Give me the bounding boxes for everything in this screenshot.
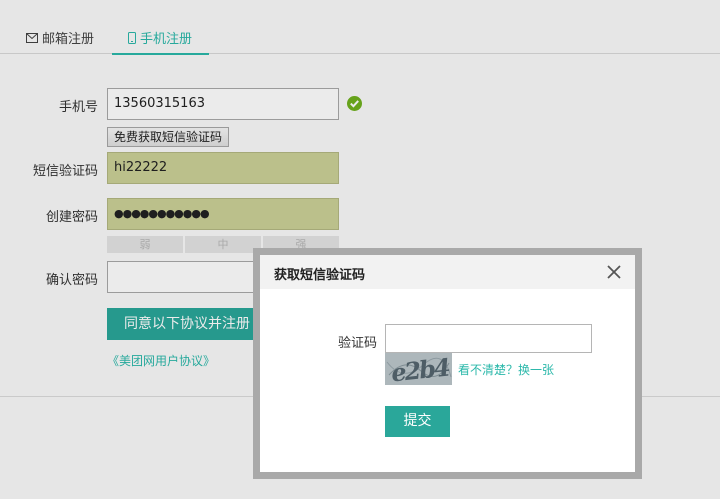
captcha-label: 验证码: [338, 336, 378, 351]
captcha-input[interactable]: [385, 324, 592, 353]
dialog-title: 获取短信验证码: [274, 268, 366, 283]
captcha-text: e2b4: [390, 353, 451, 385]
refresh-captcha-link[interactable]: 看不清楚？换一张: [458, 361, 554, 378]
sms-captcha-dialog: 获取短信验证码 验证码 e2b4 看不清楚？换一张 提交: [260, 255, 635, 472]
close-icon[interactable]: [606, 264, 622, 280]
dialog-header: 获取短信验证码: [260, 255, 635, 289]
captcha-image[interactable]: e2b4: [385, 352, 452, 387]
dialog-submit-button[interactable]: 提交: [385, 406, 450, 437]
